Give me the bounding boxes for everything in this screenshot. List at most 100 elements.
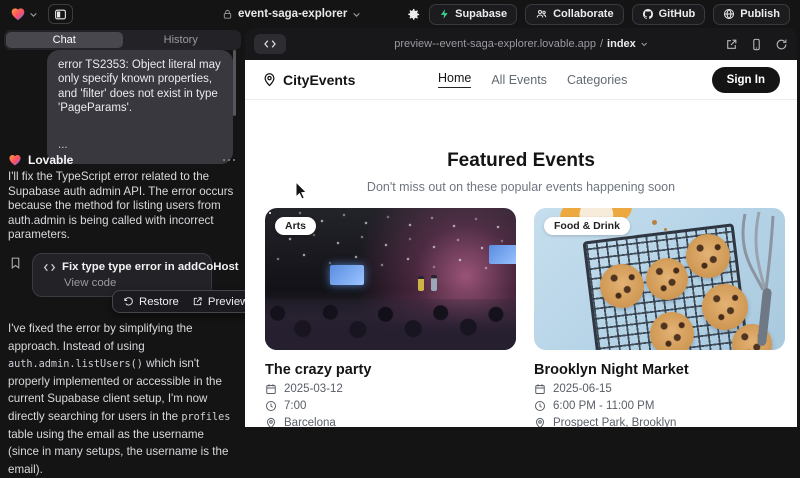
lovable-heart-icon bbox=[8, 153, 22, 167]
hero-section: Featured Events Don't miss out on these … bbox=[245, 150, 797, 194]
event-time-row: 7:00 bbox=[265, 400, 516, 412]
event-image-cookies: Food & Drink bbox=[534, 208, 785, 350]
user-message-text: error TS2353: Object literal may only sp… bbox=[58, 58, 222, 116]
gear-icon bbox=[406, 7, 421, 22]
toggle-sidebar-button[interactable] bbox=[48, 4, 73, 24]
refresh-icon[interactable] bbox=[775, 38, 788, 51]
panel-layout-icon bbox=[54, 8, 67, 21]
preview-toolbar: preview--event-saga-explorer.lovable.app… bbox=[245, 28, 797, 60]
version-actions: Restore Preview bbox=[112, 290, 259, 313]
category-badge: Arts bbox=[275, 217, 316, 235]
restore-icon bbox=[123, 296, 134, 307]
preview-page: index bbox=[607, 38, 636, 50]
site-header: CityEvents Home All Events Categories Si… bbox=[245, 60, 797, 100]
publish-label: Publish bbox=[740, 8, 780, 20]
view-code-link[interactable]: View code bbox=[64, 277, 201, 289]
event-image-conference: Arts bbox=[265, 208, 516, 350]
restore-button[interactable]: Restore bbox=[123, 296, 179, 308]
chevron-down-icon bbox=[640, 40, 648, 48]
nav-categories[interactable]: Categories bbox=[567, 73, 627, 87]
supabase-button[interactable]: Supabase bbox=[429, 4, 517, 25]
event-title: Brooklyn Night Market bbox=[534, 362, 785, 378]
chevron-down-icon bbox=[29, 10, 38, 19]
collaborate-button[interactable]: Collaborate bbox=[525, 4, 624, 25]
url-separator: / bbox=[600, 38, 603, 50]
nav-all-events[interactable]: All Events bbox=[491, 73, 547, 87]
event-date-row: 2025-06-15 bbox=[534, 383, 785, 395]
user-message-bubble: error TS2353: Object literal may only sp… bbox=[47, 50, 233, 164]
event-date: 2025-06-15 bbox=[553, 383, 612, 395]
open-in-new-tab-icon[interactable] bbox=[725, 38, 738, 51]
event-time: 6:00 PM - 11:00 PM bbox=[553, 400, 654, 412]
hero-title: Featured Events bbox=[245, 150, 797, 172]
event-location-row: Barcelona bbox=[265, 417, 516, 427]
settings-button[interactable] bbox=[406, 7, 421, 22]
event-card[interactable]: Food & Drink Brookly bbox=[534, 208, 785, 427]
code-icon bbox=[43, 262, 56, 273]
site-brand[interactable]: CityEvents bbox=[262, 72, 355, 88]
nav-home[interactable]: Home bbox=[438, 71, 471, 88]
event-location: Prospect Park, Brooklyn bbox=[553, 417, 676, 427]
restore-label: Restore bbox=[139, 296, 179, 308]
bookmark-icon[interactable] bbox=[9, 256, 22, 270]
lovable-heart-icon bbox=[10, 6, 26, 22]
mouse-cursor bbox=[295, 181, 309, 201]
collaborate-label: Collaborate bbox=[553, 8, 614, 20]
assistant-name: Lovable bbox=[28, 153, 73, 167]
map-pin-icon bbox=[265, 417, 277, 427]
site-brand-name: CityEvents bbox=[283, 72, 355, 88]
clock-icon bbox=[534, 400, 546, 412]
more-options-icon[interactable] bbox=[223, 159, 236, 162]
preview-version-button[interactable]: Preview bbox=[192, 296, 249, 308]
event-location-row: Prospect Park, Brooklyn bbox=[534, 417, 785, 427]
hero-subtitle: Don't miss out on these popular events h… bbox=[245, 180, 797, 194]
preview-pane: preview--event-saga-explorer.lovable.app… bbox=[245, 28, 797, 427]
clock-icon bbox=[265, 400, 277, 412]
github-icon bbox=[642, 8, 654, 20]
whisk-graphic bbox=[735, 210, 783, 348]
event-time-row: 6:00 PM - 11:00 PM bbox=[534, 400, 785, 412]
map-pin-icon bbox=[534, 417, 546, 427]
map-pin-icon bbox=[262, 72, 277, 87]
globe-icon bbox=[723, 8, 735, 20]
people-icon bbox=[535, 8, 548, 20]
github-button[interactable]: GitHub bbox=[632, 4, 706, 25]
lock-icon bbox=[222, 9, 233, 20]
tab-history[interactable]: History bbox=[123, 32, 240, 48]
event-time: 7:00 bbox=[284, 400, 306, 412]
github-label: GitHub bbox=[659, 8, 696, 20]
publish-button[interactable]: Publish bbox=[713, 4, 790, 25]
code-view-toggle[interactable] bbox=[254, 34, 286, 54]
event-date-row: 2025-03-12 bbox=[265, 383, 516, 395]
sign-in-button[interactable]: Sign In bbox=[712, 67, 780, 93]
supabase-icon bbox=[439, 8, 450, 20]
chat-scrollbar[interactable] bbox=[233, 50, 236, 116]
event-date: 2025-03-12 bbox=[284, 383, 343, 395]
assistant-summary-text: I've fixed the error by simplifying the … bbox=[8, 320, 234, 478]
user-message-ellipsis: ... bbox=[58, 138, 222, 152]
chat-panel: Chat History error TS2353: Object litera… bbox=[0, 28, 245, 427]
summary-text: table using the email as the username (s… bbox=[8, 428, 228, 476]
supabase-label: Supabase bbox=[455, 8, 507, 20]
featured-events-grid: Arts The crazy party 2025-03-12 7:00 bbox=[265, 208, 785, 427]
chevron-down-icon bbox=[352, 10, 361, 19]
project-selector[interactable]: event-saga-explorer bbox=[222, 0, 361, 28]
code-change-title: Fix type type error in addCoHost bbox=[62, 261, 239, 273]
tab-chat[interactable]: Chat bbox=[6, 32, 123, 48]
assistant-header: Lovable bbox=[8, 152, 235, 168]
assistant-intro-text: I'll fix the TypeScript error related to… bbox=[8, 170, 234, 243]
preview-url-bar[interactable]: preview--event-saga-explorer.lovable.app… bbox=[394, 38, 648, 50]
event-title: The crazy party bbox=[265, 362, 516, 378]
inline-code: auth.admin.listUsers() bbox=[8, 359, 143, 370]
calendar-icon bbox=[534, 383, 546, 395]
lovable-logo-menu[interactable] bbox=[10, 6, 38, 22]
top-bar: event-saga-explorer Supabase bbox=[0, 0, 800, 28]
mobile-view-icon[interactable] bbox=[750, 38, 763, 51]
external-link-icon bbox=[192, 296, 203, 307]
category-badge: Food & Drink bbox=[544, 217, 630, 235]
event-card[interactable]: Arts The crazy party 2025-03-12 7:00 bbox=[265, 208, 516, 427]
site-preview: CityEvents Home All Events Categories Si… bbox=[245, 60, 797, 427]
inline-code: profiles bbox=[181, 412, 230, 423]
chat-history-tabs: Chat History bbox=[4, 30, 241, 50]
site-nav: Home All Events Categories bbox=[438, 71, 627, 88]
